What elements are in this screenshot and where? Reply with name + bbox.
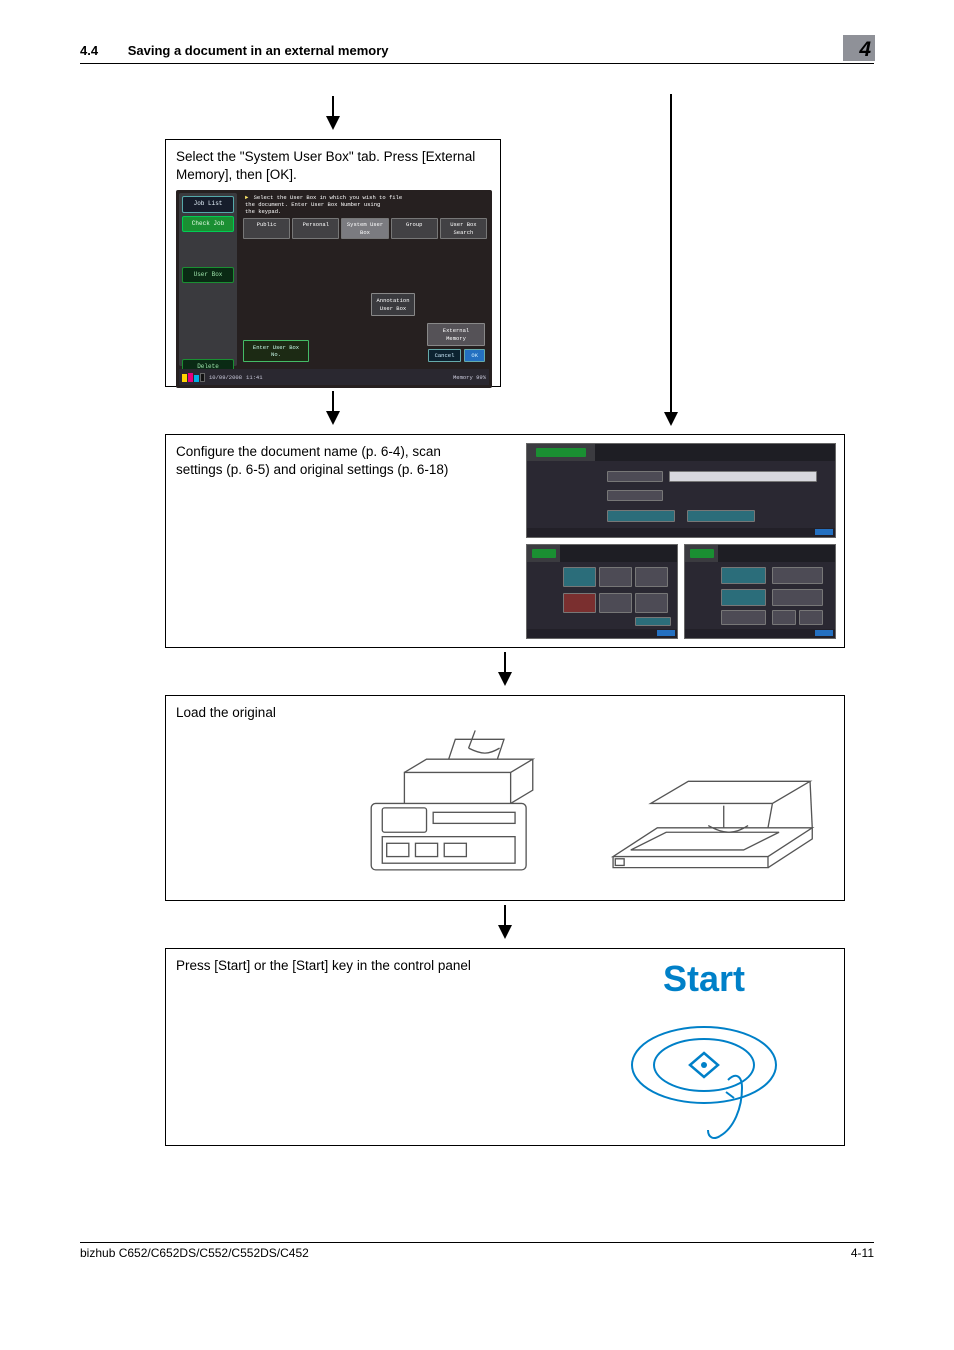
chapter-badge: 4 <box>843 35 875 61</box>
step-configure-document: Configure the document name (p. 6-4), sc… <box>165 434 845 648</box>
mfp-with-adf-illustration <box>326 726 572 892</box>
panel-tab-row: Public Personal System User Box Group Us… <box>241 218 489 239</box>
panel-tab-group[interactable]: Group <box>391 218 438 239</box>
status-memory: Memory 99% <box>453 374 486 381</box>
product-line: bizhub C652/C652DS/C552/C552DS/C452 <box>80 1246 309 1260</box>
panel-thumb-docname <box>526 443 836 538</box>
panel-btn-user-box[interactable]: User Box <box>182 267 234 283</box>
section-title: Saving a document in an external memory <box>128 43 389 58</box>
panel-cancel-button[interactable]: Cancel <box>428 349 462 362</box>
panel-tab-personal[interactable]: Personal <box>292 218 339 239</box>
panel-chip-external-memory[interactable]: External Memory <box>427 323 485 346</box>
arrow-down-icon <box>496 652 514 686</box>
panel-instruction: Select the User Box in which you wish to… <box>241 193 489 218</box>
panel-thumbnails <box>526 443 836 639</box>
flow-arrow <box>165 92 501 139</box>
page-number: 4-11 <box>851 1246 874 1260</box>
start-button-illustration: Start <box>604 955 804 1140</box>
panel-ok-cancel: Cancel OK <box>428 349 485 362</box>
arrow-down-icon <box>324 96 342 130</box>
panel-tab-public[interactable]: Public <box>243 218 290 239</box>
start-diamond-icon <box>624 1010 784 1140</box>
workflow: Select the "System User Box" tab. Press … <box>165 92 845 1146</box>
step-text: Select the "System User Box" tab. Press … <box>176 148 490 184</box>
panel-thumb-original-settings <box>684 544 836 639</box>
flow-arrow <box>165 901 845 948</box>
scanner-illustrations <box>326 726 836 892</box>
panel-status-bar: 10/09/2008 11:41 Memory 99% <box>179 369 489 385</box>
page-header: 4.4 Saving a document in an external mem… <box>80 42 874 64</box>
step-text: Configure the document name (p. 6-4), sc… <box>176 443 476 479</box>
panel-tab-system[interactable]: System User Box <box>341 218 388 239</box>
arrow-down-icon <box>324 391 342 425</box>
panel-main: Select the User Box in which you wish to… <box>241 193 489 366</box>
status-date: 10/09/2008 <box>209 374 242 381</box>
section-heading: 4.4 Saving a document in an external mem… <box>80 43 389 58</box>
toner-levels-icon <box>182 372 205 382</box>
step-select-system-user-box: Select the "System User Box" tab. Press … <box>165 139 501 387</box>
step-text: Load the original <box>176 704 834 722</box>
arrow-down-icon <box>496 905 514 939</box>
flow-arrow <box>165 648 845 695</box>
section-number: 4.4 <box>80 43 98 58</box>
panel-chip-annotation[interactable]: Annotation User Box <box>371 293 415 316</box>
panel-thumb-scan-settings <box>526 544 678 639</box>
panel-chip-enter-box-no[interactable]: Enter User Box No. <box>243 340 309 363</box>
panel-tab-job-list[interactable]: Job List <box>182 196 234 212</box>
panel-tab-check-job[interactable]: Check Job <box>182 216 234 232</box>
device-panel-screenshot: Job List Check Job User Box Delete Selec… <box>176 190 492 388</box>
panel-instruction-l3: the keypad. <box>245 208 281 215</box>
page-footer: bizhub C652/C652DS/C552/C552DS/C452 4-11 <box>80 1242 874 1262</box>
status-time: 11:41 <box>246 374 263 381</box>
panel-ok-button[interactable]: OK <box>464 349 485 362</box>
panel-tab-search[interactable]: User Box Search <box>440 218 487 239</box>
start-label: Start <box>604 955 804 1004</box>
step-press-start: Press [Start] or the [Start] key in the … <box>165 948 845 1146</box>
step-load-original: Load the original <box>165 695 845 901</box>
flatbed-scanner-illustration <box>590 726 836 892</box>
panel-sidebar: Job List Check Job User Box Delete <box>179 193 237 366</box>
flow-arrow <box>165 387 501 434</box>
